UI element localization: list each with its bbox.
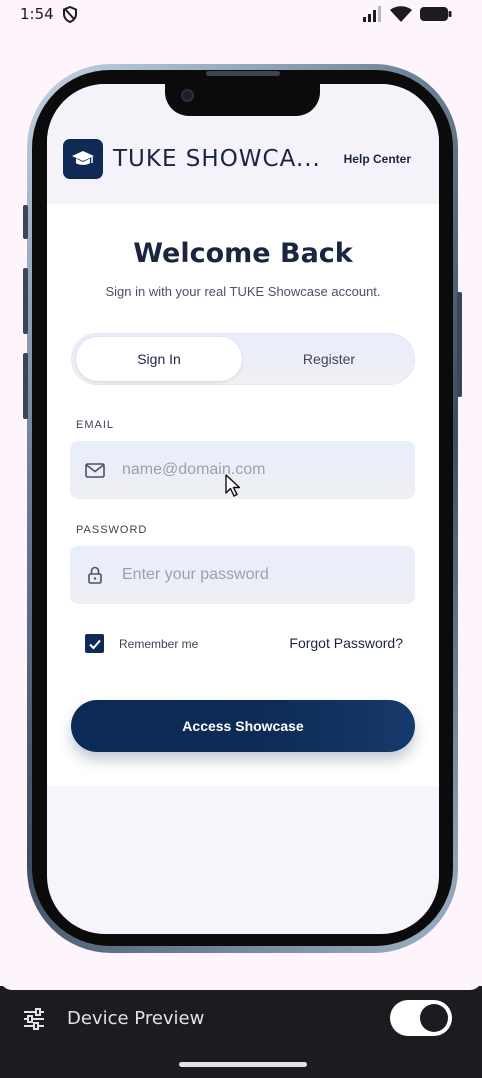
app-logo bbox=[63, 139, 103, 179]
device-screen: TUKE SHOWCA... Help Center Welcome Back … bbox=[47, 84, 439, 934]
auth-tabs: Sign In Register bbox=[71, 333, 415, 385]
tune-icon[interactable] bbox=[22, 1007, 46, 1031]
page-title: Welcome Back bbox=[133, 238, 353, 269]
shield-icon bbox=[63, 6, 77, 23]
access-showcase-button[interactable]: Access Showcase bbox=[71, 700, 415, 752]
checkmark-icon bbox=[88, 639, 101, 649]
device-button bbox=[457, 292, 462, 397]
password-label: PASSWORD bbox=[76, 524, 148, 536]
password-input[interactable] bbox=[122, 546, 402, 604]
device-preview-toggle[interactable] bbox=[390, 1000, 452, 1036]
forgot-password-link[interactable]: Forgot Password? bbox=[289, 635, 403, 651]
device-camera bbox=[181, 89, 194, 102]
device-button bbox=[23, 353, 28, 419]
tab-sign-in[interactable]: Sign In bbox=[76, 337, 242, 381]
tab-register[interactable]: Register bbox=[246, 337, 412, 381]
device-preview-label: Device Preview bbox=[67, 1008, 205, 1029]
device-button bbox=[23, 205, 28, 239]
preview-sheet-edge bbox=[0, 968, 482, 990]
email-label: EMAIL bbox=[76, 419, 115, 431]
status-bar: 1:54 bbox=[0, 0, 482, 30]
device-speaker bbox=[206, 71, 280, 76]
battery-icon bbox=[420, 7, 452, 21]
home-indicator[interactable] bbox=[179, 1062, 307, 1067]
remember-me-label[interactable]: Remember me bbox=[119, 637, 198, 651]
email-input[interactable] bbox=[122, 441, 402, 499]
status-icons bbox=[362, 6, 452, 22]
cellular-signal-icon bbox=[363, 6, 381, 22]
mail-icon bbox=[85, 463, 105, 478]
app-title: TUKE SHOWCA... bbox=[113, 146, 321, 172]
page-subtitle: Sign in with your real TUKE Showcase acc… bbox=[105, 284, 381, 299]
toggle-knob bbox=[420, 1004, 448, 1032]
password-field[interactable] bbox=[70, 546, 415, 604]
graduation-cap-icon bbox=[72, 151, 94, 165]
mouse-cursor-icon bbox=[225, 474, 241, 497]
status-time: 1:54 bbox=[20, 5, 54, 23]
device-button bbox=[23, 268, 28, 334]
lock-icon bbox=[88, 566, 102, 584]
wifi-icon bbox=[390, 6, 412, 22]
help-center-link[interactable]: Help Center bbox=[344, 152, 411, 166]
remember-me-checkbox[interactable] bbox=[85, 634, 104, 653]
